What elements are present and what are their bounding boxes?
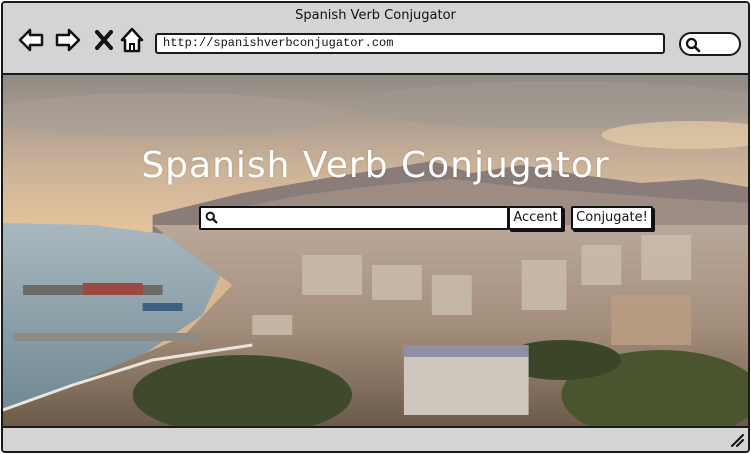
browser-toolbar: Spanish Verb Conjugator http://spanishve… [3, 3, 748, 75]
status-bar [3, 426, 748, 451]
close-icon [95, 30, 113, 50]
hero-background-image [3, 75, 748, 428]
forward-button[interactable] [53, 25, 83, 55]
arrow-right-icon [55, 28, 81, 52]
resize-grip-icon[interactable] [730, 433, 744, 447]
home-button[interactable] [117, 25, 147, 55]
verb-input[interactable] [221, 208, 506, 228]
accent-button[interactable]: Accent [508, 206, 563, 230]
verb-search-field[interactable] [199, 206, 509, 230]
browser-search-field[interactable] [679, 32, 741, 56]
arrow-left-icon [18, 28, 44, 52]
stop-button[interactable] [89, 25, 119, 55]
browser-window: Spanish Verb Conjugator http://spanishve… [1, 1, 750, 453]
hero-title: Spanish Verb Conjugator [141, 145, 610, 186]
search-icon [685, 37, 701, 53]
address-bar[interactable]: http://spanishverbconjugator.com [155, 33, 665, 54]
home-icon [120, 27, 144, 53]
window-title: Spanish Verb Conjugator [295, 8, 456, 23]
back-button[interactable] [16, 25, 46, 55]
conjugate-button[interactable]: Conjugate! [571, 206, 653, 230]
search-icon [205, 211, 218, 224]
page-content: Spanish Verb Conjugator Accent Conjugate… [3, 75, 748, 428]
